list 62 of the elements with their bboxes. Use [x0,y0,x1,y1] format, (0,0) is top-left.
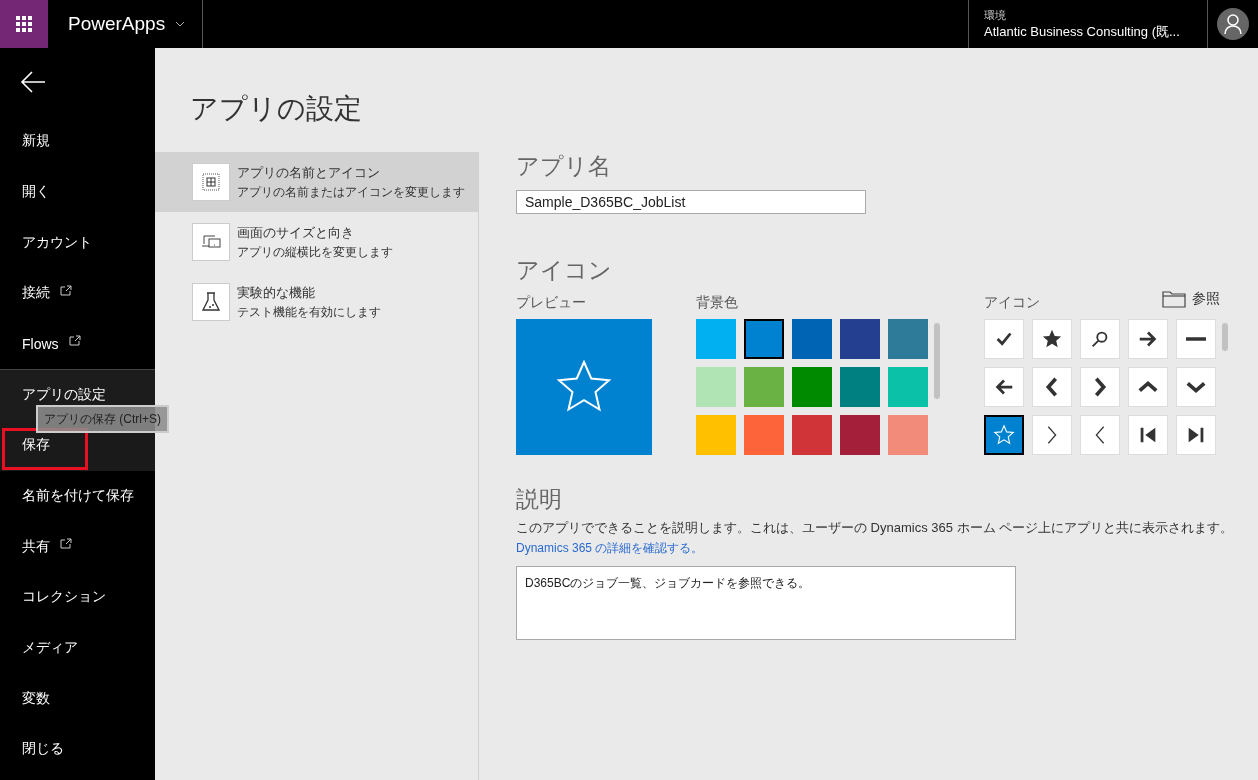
settings-nav-item[interactable]: アプリの名前とアイコン アプリの名前またはアイコンを変更します [155,152,478,212]
settings-nav-item[interactable]: 実験的な機能 テスト機能を有効にします [155,272,478,332]
color-swatch[interactable] [792,415,832,455]
color-swatch[interactable] [696,367,736,407]
folder-icon [1162,290,1186,308]
color-swatch[interactable] [840,367,880,407]
sidebar-item[interactable]: 共有 [0,521,155,572]
icon-label: アイコン [984,294,1040,312]
sidebar-item[interactable]: メディア [0,622,155,674]
star-icon [1041,328,1063,350]
learn-more-link[interactable]: Dynamics 365 の詳細を確認する。 [516,540,704,557]
preview-label: プレビュー [516,294,587,312]
section-heading: 説明 [516,485,562,513]
sidebar-item[interactable]: 変数 [0,673,155,724]
color-swatch[interactable] [744,319,784,359]
settings-nav-item[interactable]: 画面のサイズと向き アプリの縦横比を変更します [155,212,478,272]
background-color-label: 背景色 [696,294,739,312]
environment-label: 環境 [984,7,1007,23]
app-name-field[interactable]: Sample_D365BC_JobList [516,190,866,214]
color-swatch[interactable] [840,415,880,455]
page-title: アプリの設定 [189,92,363,126]
sidebar-item[interactable]: 接続 [0,267,155,319]
color-swatch[interactable] [792,319,832,359]
back-arrow-icon [20,71,46,93]
color-swatch[interactable] [696,319,736,359]
color-swatch[interactable] [888,367,928,407]
back-button[interactable] [20,71,46,93]
scrollbar[interactable] [934,323,940,399]
sidebar-item[interactable]: 名前を付けて保存 [0,470,155,522]
avatar-button[interactable] [1217,8,1249,40]
minus-icon [1185,337,1207,341]
color-swatch[interactable] [792,367,832,407]
color-swatch[interactable] [696,415,736,455]
section-heading: アプリ名 [516,152,611,180]
environment-picker[interactable]: Atlantic Business Consulting (既... [984,22,1192,41]
star-outline-icon [993,424,1015,446]
sidebar-item[interactable]: 閉じる [0,723,155,775]
app-name-menu[interactable]: PowerApps [68,13,166,35]
color-swatch[interactable] [840,319,880,359]
tooltip: アプリの保存 (Ctrl+S) [36,405,169,433]
chevron-down-icon [175,21,186,27]
scrollbar[interactable] [1222,323,1228,351]
description-text: このアプリでできることを説明します。これは、ユーザーの Dynamics 365 ホーム ページ上にアプリと共に表示されます。 [516,519,1234,537]
sidebar-item[interactable]: 新規 [0,116,155,167]
flask-icon [202,292,220,312]
app-launcher-button[interactable] [0,0,48,48]
icon-option[interactable] [984,415,1024,455]
color-swatch[interactable] [888,319,928,359]
color-swatch[interactable] [888,415,928,455]
browse-button[interactable]: 参照 [1192,290,1220,308]
grid-icon [202,173,220,191]
person-icon [1224,14,1242,34]
description-field[interactable]: D365BCのジョブ一覧、ジョブカードを参照できる。 [516,566,1016,640]
section-heading: アイコン [516,256,612,284]
sidebar-item[interactable]: アカウント [0,217,155,268]
waffle-icon [16,16,32,32]
devices-icon [201,234,221,250]
sidebar-item[interactable]: 開く [0,166,155,218]
color-swatch[interactable] [744,367,784,407]
color-swatch[interactable] [744,415,784,455]
sidebar-item[interactable]: Flows [0,318,155,370]
sidebar-item[interactable]: コレクション [0,571,155,623]
